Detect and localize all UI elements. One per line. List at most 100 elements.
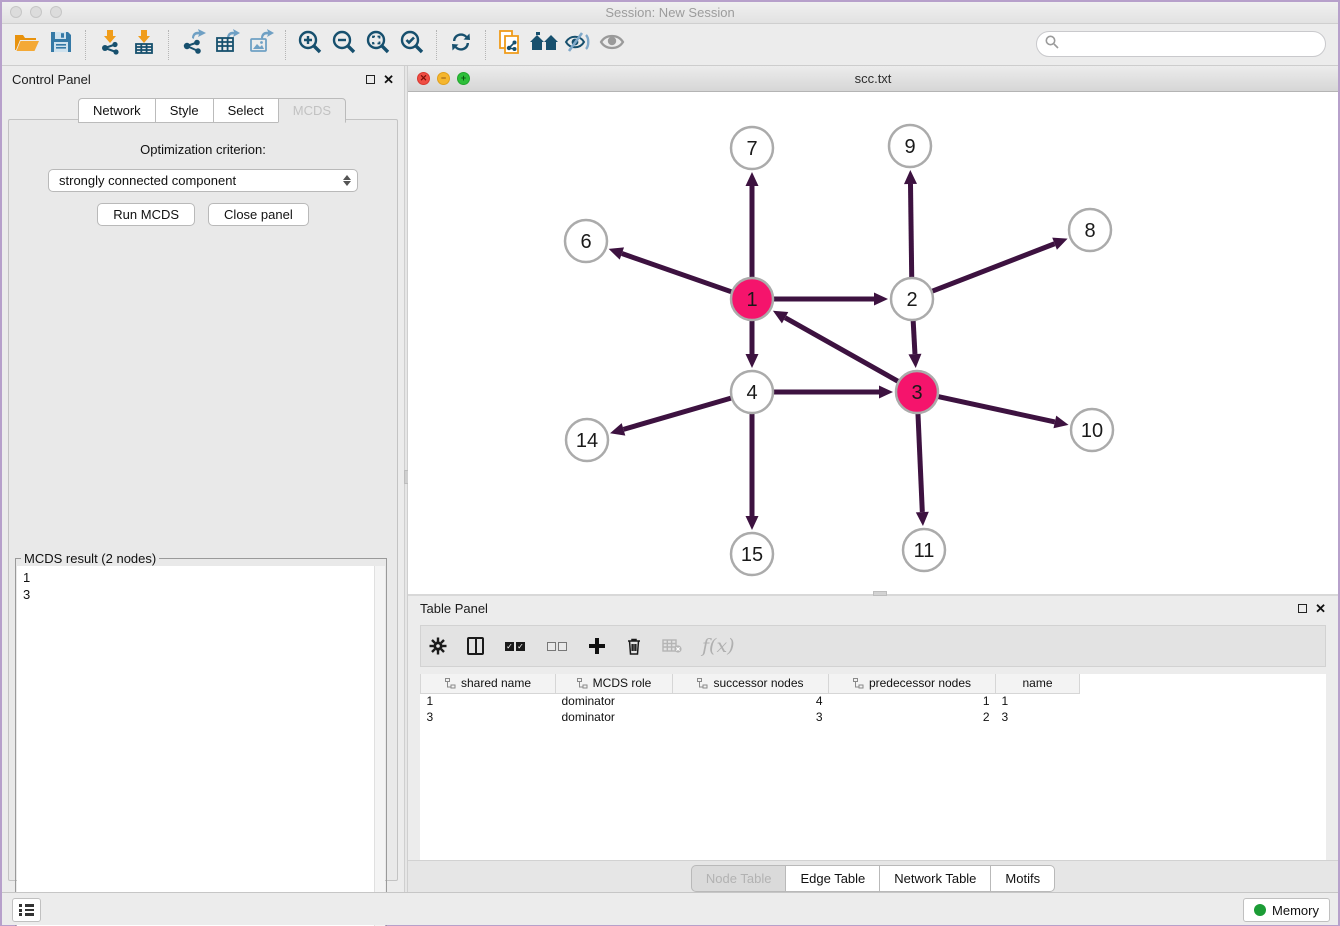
network-canvas[interactable]: 7 9 6 8 1 2 4 3 14 10 15 11 <box>408 92 1338 594</box>
graph-node-10[interactable]: 10 <box>1071 409 1113 451</box>
node-table[interactable]: shared nameMCDS rolesuccessor nodesprede… <box>420 674 1326 860</box>
table-cell[interactable]: 1 <box>421 693 556 709</box>
export-network-button[interactable] <box>176 28 210 62</box>
copy-network-button[interactable] <box>493 28 527 62</box>
table-cell[interactable]: 4 <box>673 693 829 709</box>
table-row[interactable]: 3dominator323 <box>421 709 1080 725</box>
close-window-button[interactable] <box>10 6 22 18</box>
minimize-window-button[interactable] <box>30 6 42 18</box>
optimization-criterion-select[interactable]: strongly connected component <box>48 169 358 192</box>
show-panels-button[interactable] <box>595 28 629 62</box>
table-cell[interactable]: dominator <box>556 709 673 725</box>
close-panel-button[interactable]: Close panel <box>208 203 309 226</box>
column-header-predecessor-nodes[interactable]: predecessor nodes <box>829 674 996 693</box>
network-graph[interactable]: 7 9 6 8 1 2 4 3 14 10 15 11 <box>408 92 1340 594</box>
table-cell[interactable]: 3 <box>996 709 1080 725</box>
maximize-window-button[interactable] <box>50 6 62 18</box>
copy-network-icon <box>497 29 523 60</box>
network-close-button[interactable]: ✕ <box>417 72 430 85</box>
tab-style[interactable]: Style <box>155 98 213 123</box>
save-session-button[interactable] <box>44 28 78 62</box>
mcds-result-textarea[interactable]: 1 3 <box>17 566 385 926</box>
search-field[interactable] <box>1036 31 1326 57</box>
graph-edge-3-11[interactable] <box>918 413 922 512</box>
table-cell[interactable]: 1 <box>996 693 1080 709</box>
graph-edge-2-9[interactable] <box>910 184 911 278</box>
graph-node-7[interactable]: 7 <box>731 127 773 169</box>
import-network-button[interactable] <box>93 28 127 62</box>
result-scrollbar[interactable] <box>374 566 385 926</box>
graph-edge-2-8[interactable] <box>932 244 1055 292</box>
column-header-MCDS-role[interactable]: MCDS role <box>556 674 673 693</box>
column-header-shared-name[interactable]: shared name <box>421 674 556 693</box>
graph-node-3[interactable]: 3 <box>896 371 938 413</box>
graph-edge-3-10[interactable] <box>938 396 1055 421</box>
column-header-successor-nodes[interactable]: successor nodes <box>673 674 829 693</box>
tab-select[interactable]: Select <box>213 98 278 123</box>
graph-node-9[interactable]: 9 <box>889 125 931 167</box>
unselect-all-icon[interactable] <box>546 633 568 659</box>
home-button[interactable] <box>527 28 561 62</box>
graph-node-4[interactable]: 4 <box>731 371 773 413</box>
zoom-in-button[interactable] <box>293 28 327 62</box>
export-table-button[interactable] <box>210 28 244 62</box>
control-panel-title: Control Panel <box>12 72 91 87</box>
delete-icon[interactable] <box>626 633 642 659</box>
close-table-panel-icon[interactable]: ✕ <box>1315 604 1326 613</box>
hide-panels-button[interactable] <box>561 28 595 62</box>
table-cell[interactable]: 2 <box>829 709 996 725</box>
mcds-result-title: MCDS result (2 nodes) <box>21 551 159 566</box>
tab-mcds[interactable]: MCDS <box>278 98 346 123</box>
select-all-icon[interactable]: ✓✓ <box>504 633 526 659</box>
graph-node-15[interactable]: 15 <box>731 533 773 575</box>
refresh-button[interactable] <box>444 28 478 62</box>
table-cell[interactable]: 1 <box>829 693 996 709</box>
table-cell[interactable]: 3 <box>421 709 556 725</box>
network-window-titlebar[interactable]: ✕ − + scc.txt <box>408 66 1338 92</box>
import-network-icon <box>97 29 123 60</box>
add-icon[interactable] <box>588 633 606 659</box>
graph-node-11[interactable]: 11 <box>903 529 945 571</box>
tab-edge-table[interactable]: Edge Table <box>785 865 879 892</box>
float-table-panel-icon[interactable] <box>1298 604 1307 613</box>
run-mcds-button[interactable]: Run MCDS <box>97 203 195 226</box>
tab-network[interactable]: Network <box>78 98 155 123</box>
graph-node-2[interactable]: 2 <box>891 278 933 320</box>
graph-edge-4-14[interactable] <box>623 398 731 430</box>
toolbar-separator <box>485 30 486 60</box>
close-panel-icon[interactable]: ✕ <box>383 75 394 84</box>
table-row[interactable]: 1dominator411 <box>421 693 1080 709</box>
graph-node-6[interactable]: 6 <box>565 220 607 262</box>
tab-network-table[interactable]: Network Table <box>879 865 990 892</box>
export-image-button[interactable] <box>244 28 278 62</box>
float-panel-icon[interactable] <box>366 75 375 84</box>
search-input[interactable] <box>1064 37 1325 52</box>
columns-icon[interactable] <box>467 633 484 659</box>
task-history-button[interactable] <box>12 898 41 922</box>
zoom-selected-button[interactable] <box>395 28 429 62</box>
tab-node-table[interactable]: Node Table <box>691 865 786 892</box>
eye-slash-icon <box>564 31 592 58</box>
import-table-button[interactable] <box>127 28 161 62</box>
column-header-name[interactable]: name <box>996 674 1080 693</box>
tab-motifs[interactable]: Motifs <box>990 865 1055 892</box>
svg-text:15: 15 <box>741 544 763 566</box>
graph-node-8[interactable]: 8 <box>1069 209 1111 251</box>
table-cell[interactable]: dominator <box>556 693 673 709</box>
graph-edge-2-3[interactable] <box>913 320 915 354</box>
open-session-button[interactable] <box>10 28 44 62</box>
graph-edge-1-6[interactable] <box>622 254 732 293</box>
mcds-panel: Optimization criterion: strongly connect… <box>8 119 398 881</box>
window-controls[interactable] <box>10 6 62 18</box>
zoom-out-button[interactable] <box>327 28 361 62</box>
memory-button[interactable]: Memory <box>1243 898 1330 922</box>
table-cell[interactable]: 3 <box>673 709 829 725</box>
zoom-fit-button[interactable] <box>361 28 395 62</box>
network-zoom-button[interactable]: + <box>457 72 470 85</box>
horizontal-splitter-grip[interactable] <box>873 591 887 596</box>
gear-icon[interactable] <box>429 633 447 659</box>
graph-edge-3-1[interactable] <box>785 318 899 382</box>
graph-node-1[interactable]: 1 <box>731 278 773 320</box>
graph-node-14[interactable]: 14 <box>566 419 608 461</box>
network-minimize-button[interactable]: − <box>437 72 450 85</box>
